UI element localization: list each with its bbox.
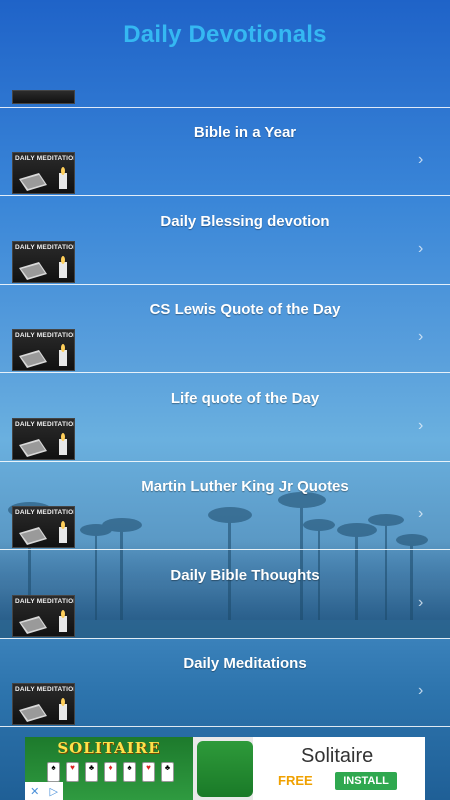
playing-card-icon: ♠: [123, 762, 136, 782]
chevron-right-icon: ›: [418, 682, 424, 699]
ad-app-name: Solitaire: [301, 745, 374, 767]
list-item-label: Martin Luther King Jr Quotes: [141, 478, 349, 495]
thumbnail-caption: DAILY MEDITATION: [15, 509, 75, 516]
list-item-label: Daily Meditations: [183, 655, 307, 672]
playing-card-icon: ♣: [161, 762, 174, 782]
chevron-right-icon: ›: [418, 594, 424, 611]
close-icon[interactable]: ✕: [30, 785, 39, 798]
playing-card-icon: ♦: [104, 762, 117, 782]
list-item[interactable]: Daily Blessing devotion DAILY MEDITATION ›: [0, 197, 450, 285]
chevron-right-icon: ›: [418, 328, 424, 345]
chevron-right-icon: ›: [418, 151, 424, 168]
list-item-label: Life quote of the Day: [170, 390, 320, 407]
list-item[interactable]: CS Lewis Quote of the Day DAILY MEDITATIO…: [0, 285, 450, 373]
ad-price: FREE: [278, 773, 313, 788]
bible-candle-thumbnail-icon: DAILY MEDITATION: [12, 152, 75, 194]
chevron-right-icon: ›: [418, 240, 424, 257]
ad-choices-icon[interactable]: ✕ ▷: [25, 782, 63, 800]
playing-card-icon: ♥: [66, 762, 79, 782]
list-item-label: Daily Bible Thoughts: [170, 567, 320, 584]
ad-info-icon[interactable]: ▷: [49, 785, 57, 798]
list-item[interactable]: Life quote of the Day DAILY MEDITATION ›: [0, 374, 450, 462]
bible-candle-thumbnail-icon: DAILY MEDITATION: [12, 329, 75, 371]
bible-candle-thumbnail-icon: DAILY MEDITATION: [12, 418, 75, 460]
bible-candle-thumbnail-icon: [12, 90, 75, 104]
list-item[interactable]: Daily Bible Thoughts DAILY MEDITATION ›: [0, 551, 450, 639]
ad-banner-title: SOLITAIRE: [57, 739, 161, 757]
playing-card-icon: ♥: [142, 762, 155, 782]
list-item[interactable]: Daily Meditations DAILY MEDITATION ›: [0, 639, 450, 727]
bible-candle-thumbnail-icon: DAILY MEDITATION: [12, 506, 75, 548]
app-icon[interactable]: [193, 737, 253, 800]
bible-candle-thumbnail-icon: DAILY MEDITATION: [12, 595, 75, 637]
list-item-label: CS Lewis Quote of the Day: [149, 301, 341, 318]
thumbnail-caption: DAILY MEDITATION: [15, 244, 75, 251]
thumbnail-caption: DAILY MEDITATION: [15, 332, 75, 339]
playing-card-icon: ♠: [47, 762, 60, 782]
chevron-right-icon: ›: [418, 505, 424, 522]
bible-candle-thumbnail-icon: DAILY MEDITATION: [12, 683, 75, 725]
thumbnail-caption: DAILY MEDITATION: [15, 686, 75, 693]
list-item-label: Daily Blessing devotion: [160, 213, 330, 230]
list-item-label: Bible in a Year: [193, 124, 297, 141]
list-item[interactable]: Bible in a Year DAILY MEDITATION ›: [0, 108, 450, 196]
list-item[interactable]: Martin Luther King Jr Quotes DAILY MEDITA…: [0, 462, 450, 550]
chevron-right-icon: ›: [418, 417, 424, 434]
playing-card-icon: ♣: [85, 762, 98, 782]
list-item-partial[interactable]: [0, 20, 450, 108]
thumbnail-caption: DAILY MEDITATION: [15, 155, 75, 162]
thumbnail-caption: DAILY MEDITATION: [15, 421, 75, 428]
ad-banner[interactable]: SOLITAIRE ♠ ♥ ♣ ♦ ♠ ♥ ♣ Solitaire FREE I…: [25, 737, 425, 800]
bible-candle-thumbnail-icon: DAILY MEDITATION: [12, 241, 75, 283]
install-button[interactable]: INSTALL: [335, 772, 397, 790]
thumbnail-caption: DAILY MEDITATION: [15, 598, 75, 605]
